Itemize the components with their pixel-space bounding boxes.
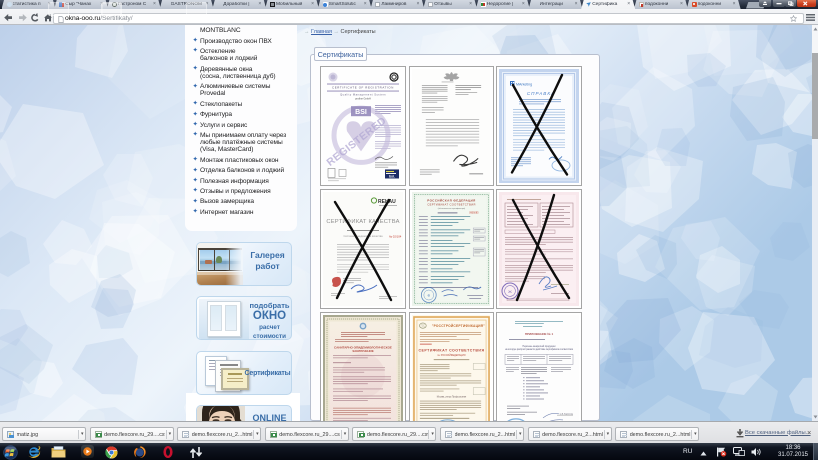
svg-text:bsi.: bsi.	[389, 174, 395, 178]
svg-text:С.В. Корнеева: С.В. Корнеева	[559, 413, 573, 415]
svg-text:Перечень конкретной продукции: Перечень конкретной продукции	[522, 345, 556, 348]
svg-text:на которую распространяется де: на которую распространяется действие сер…	[505, 348, 574, 351]
svg-text:ЗАКЛЮЧЕНИЕ: ЗАКЛЮЧЕНИЕ	[352, 349, 373, 353]
svg-text:Москва, улица Профсоюзная: Москва, улица Профсоюзная	[436, 396, 466, 399]
svg-text:0905083: 0905083	[469, 211, 479, 214]
svg-text:ГСС: ГСС	[420, 326, 425, 328]
svg-text:Система менеджмента качества: Система менеджмента качества	[343, 234, 383, 238]
svg-text:MArketing: MArketing	[516, 82, 532, 86]
svg-text:"РОССТРОЙСЕРТИФИКАЦИЯ": "РОССТРОЙСЕРТИФИКАЦИЯ"	[431, 324, 484, 328]
svg-text:СПРАВКА: СПРАВКА	[526, 91, 554, 96]
svg-text:Ж: Ж	[508, 289, 512, 294]
svg-text:№ РОССИЙФЕДЕРАЦИИ: № РОССИЙФЕДЕРАЦИИ	[437, 354, 465, 357]
svg-text:№ 02/104: № 02/104	[389, 234, 402, 238]
svg-text:СЕРТИФИКАТ КАЧЕСТВА: СЕРТИФИКАТ КАЧЕСТВА	[326, 219, 399, 225]
svg-text:CERTIFICATE OF REGISTRATION: CERTIFICATE OF REGISTRATION	[332, 85, 394, 89]
svg-text:⊕: ⊕	[427, 293, 430, 297]
svg-text:profine GmbH: profine GmbH	[355, 97, 371, 100]
svg-text:BSI: BSI	[355, 108, 367, 115]
svg-text:Quality Management System: Quality Management System	[340, 92, 386, 96]
svg-text:СЕРТИФИКАТ СООТВЕТСТВИЯ: СЕРТИФИКАТ СООТВЕТСТВИЯ	[418, 348, 484, 352]
svg-text:ПРИЛОЖЕНИЕ № 1: ПРИЛОЖЕНИЕ № 1	[524, 332, 553, 336]
svg-text:(обязательная сертификация): (обязательная сертификация)	[437, 206, 465, 209]
svg-text:СЕРТИФИКАТ СООТВЕТСТВИЯ: СЕРТИФИКАТ СООТВЕТСТВИЯ	[427, 202, 475, 206]
